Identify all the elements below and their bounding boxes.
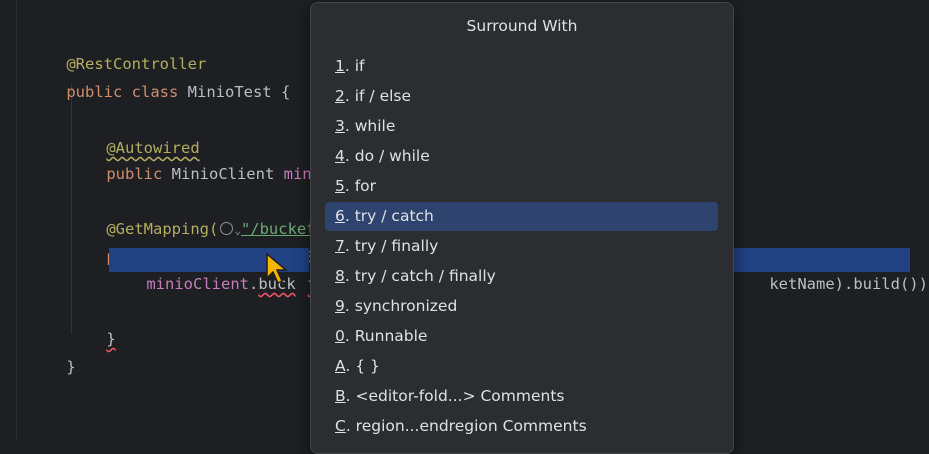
mnemonic: A (335, 357, 346, 375)
menu-item-label: . try / catch / finally (344, 267, 496, 285)
code-line-5: @GetMapping(⌄"/bucketEx (69, 193, 334, 238)
menu-item-label: . do / while (344, 147, 430, 165)
menu-item-label: . try / catch (344, 207, 434, 225)
mnemonic: 2 (335, 87, 345, 105)
code-line-9: } (29, 331, 75, 376)
menu-item-label: . { } (345, 357, 380, 375)
client-field: minioClient (146, 275, 249, 293)
code-line-4: public MinioClient minio (69, 138, 330, 183)
mnemonic: 7 (335, 237, 345, 255)
menu-item-editor-fold-comments[interactable]: B. <editor-fold...> Comments (325, 382, 718, 411)
menu-item-for[interactable]: 5. for (325, 172, 718, 201)
code-line-8: } (69, 303, 115, 348)
mnemonic: 3 (335, 117, 345, 135)
dot: . (248, 275, 259, 293)
code-line-7-tail: ketName).build()); (732, 248, 929, 293)
menu-item-try-finally[interactable]: 7. try / finally (325, 232, 718, 261)
menu-item-runnable[interactable]: 0. Runnable (325, 322, 718, 351)
editor-gutter[interactable] (0, 0, 17, 439)
menu-item-label: . if / else (344, 87, 412, 105)
menu-item-label: . for (344, 177, 377, 195)
code-line-3: @Autowired (69, 112, 199, 157)
mnemonic: 6 (335, 207, 345, 225)
code-line-1: @RestController (29, 28, 206, 73)
mouse-pointer-icon (266, 252, 289, 285)
menu-item-braces[interactable]: A. { } (325, 352, 718, 381)
menu-item-synchronized[interactable]: 9. synchronized (325, 292, 718, 321)
mnemonic: 1 (335, 57, 345, 75)
keyword: public class (66, 83, 188, 101)
menu-item-region-comments[interactable]: C. region...endregion Comments (325, 412, 718, 441)
mnemonic: 0 (335, 327, 345, 345)
mnemonic: 9 (335, 297, 345, 315)
class-name: MinioTest { (187, 83, 291, 101)
mnemonic: C (335, 417, 346, 435)
popup-title: Surround With (466, 17, 578, 35)
keyword: public (106, 165, 172, 183)
menu-item-if[interactable]: 1. if (325, 52, 718, 81)
surround-with-popup: Surround With 1. if 2. if / else 3. whil… (310, 2, 734, 454)
menu-item-try-catch[interactable]: 6. try / catch (325, 202, 718, 231)
code-line-2: public class MinioTest { (29, 56, 290, 101)
code-line-6: public Boolean bucketExi (69, 221, 330, 266)
menu-item-label: . Runnable (344, 327, 428, 345)
menu-item-label: . synchronized (344, 297, 458, 315)
menu-item-if-else[interactable]: 2. if / else (325, 82, 718, 111)
menu-item-try-catch-finally[interactable]: 8. try / catch / finally (325, 262, 718, 291)
type-name: MinioClient (171, 165, 284, 183)
menu-item-label: . <editor-fold...> Comments (345, 387, 565, 405)
mnemonic: 5 (335, 177, 345, 195)
closing-brace: } (66, 358, 76, 376)
menu-item-label: . region...endregion Comments (345, 417, 587, 435)
code-tail: ketName).build()); (769, 275, 929, 293)
mnemonic: 4 (335, 147, 345, 165)
mnemonic: B (335, 387, 346, 405)
menu-item-label: . if (344, 57, 365, 75)
menu-item-label: . try / finally (344, 237, 439, 255)
closing-brace: } (106, 330, 116, 348)
menu-item-do-while[interactable]: 4. do / while (325, 142, 718, 171)
menu-item-while[interactable]: 3. while (325, 112, 718, 141)
mnemonic: 8 (335, 267, 345, 285)
menu-item-label: . while (344, 117, 396, 135)
